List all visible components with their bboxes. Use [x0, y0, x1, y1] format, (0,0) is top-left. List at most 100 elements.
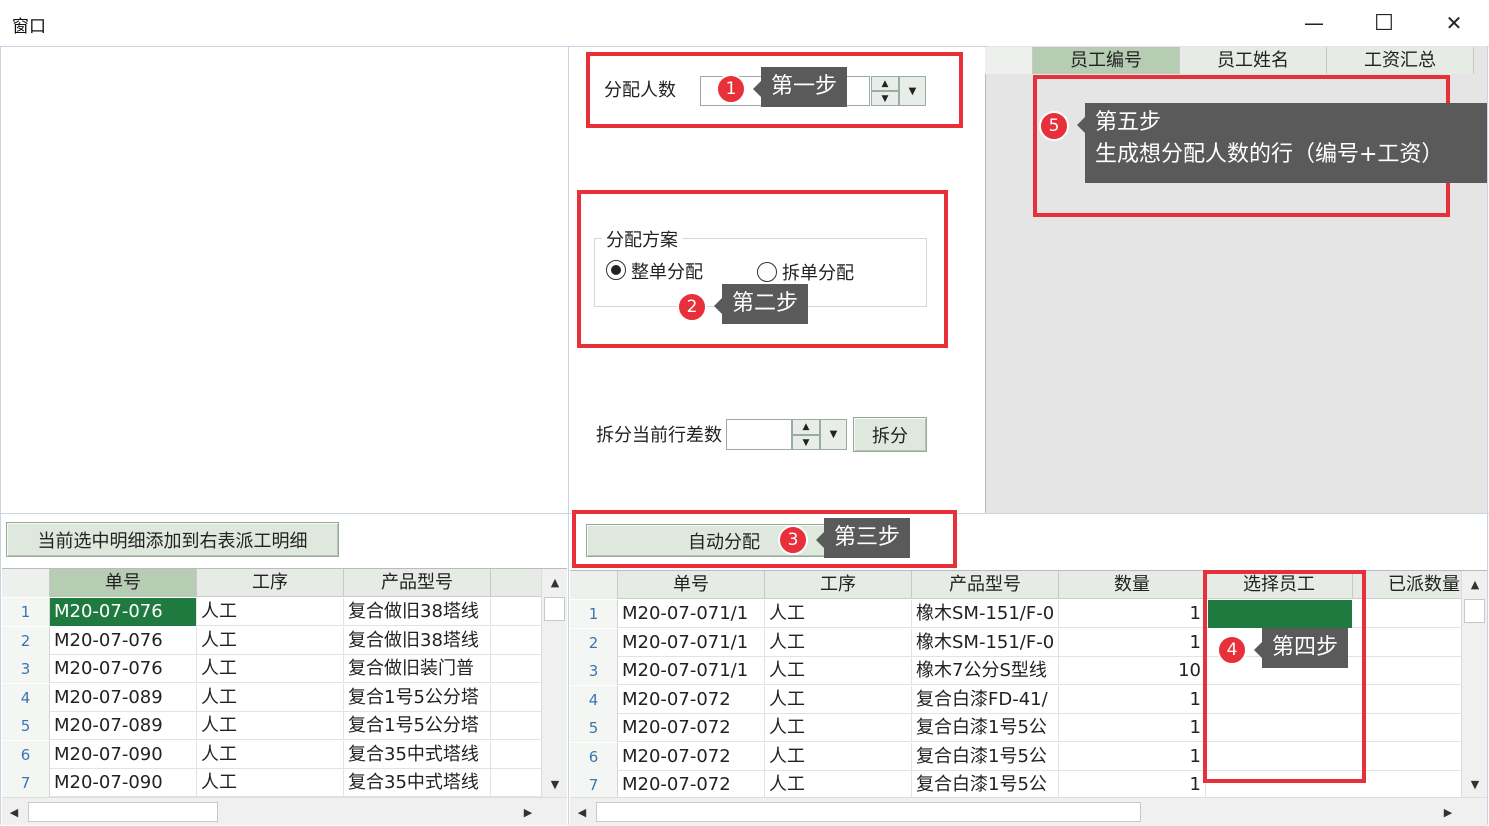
col-wage-total[interactable]: 工资汇总: [1327, 47, 1474, 74]
row-number[interactable]: 3: [2, 655, 50, 683]
row-number[interactable]: 6: [2, 740, 50, 769]
scroll-down-icon[interactable]: ▼: [542, 771, 568, 797]
cell-process[interactable]: 人工: [765, 771, 912, 799]
split-button[interactable]: 拆分: [853, 417, 927, 452]
cell-model[interactable]: 橡木SM-151/F-0: [912, 628, 1059, 657]
table-row[interactable]: 4 M20-07-089 人工 复合1号5公分塔: [2, 683, 541, 712]
right-col-order[interactable]: 单号: [618, 571, 765, 599]
cell-qty[interactable]: 1: [1059, 600, 1206, 628]
cell-order[interactable]: M20-07-072: [618, 771, 765, 799]
scroll-left-icon[interactable]: ◀: [2, 798, 26, 826]
left-hscroll[interactable]: ◀ ▶: [2, 797, 567, 825]
cell-qty[interactable]: 10: [1059, 657, 1206, 685]
cell-model[interactable]: 复合35中式塔线: [344, 769, 491, 797]
cell-qty[interactable]: 1: [1059, 628, 1206, 657]
row-number[interactable]: 1: [2, 598, 50, 626]
left-vscroll-thumb[interactable]: [544, 597, 565, 621]
split-down-button[interactable]: ▼: [792, 435, 820, 450]
row-number[interactable]: 2: [2, 626, 50, 655]
row-number[interactable]: 7: [2, 769, 50, 797]
cell-qty[interactable]: 1: [1059, 771, 1206, 799]
col-employee-name[interactable]: 员工姓名: [1180, 47, 1327, 74]
cell-order[interactable]: M20-07-090: [50, 769, 197, 797]
table-row[interactable]: 3 M20-07-076 人工 复合做旧装门普: [2, 655, 541, 683]
left-col-model[interactable]: 产品型号: [344, 569, 491, 597]
row-number[interactable]: 2: [570, 628, 618, 657]
cell-process[interactable]: 人工: [197, 655, 344, 683]
scroll-up-icon[interactable]: ▲: [542, 569, 568, 595]
split-up-button[interactable]: ▲: [792, 419, 820, 435]
right-col-process[interactable]: 工序: [765, 571, 912, 599]
close-button[interactable]: ✕: [1419, 0, 1489, 46]
cell-process[interactable]: 人工: [765, 628, 912, 657]
table-row[interactable]: 7 M20-07-090 人工 复合35中式塔线: [2, 769, 541, 797]
cell-model[interactable]: 复合白漆FD-41/: [912, 685, 1059, 714]
left-col-order[interactable]: 单号: [50, 569, 197, 597]
cell-model[interactable]: 复合白漆1号5公: [912, 714, 1059, 742]
row-number[interactable]: 4: [570, 685, 618, 714]
scroll-right-icon[interactable]: ▶: [516, 798, 540, 826]
cell-order[interactable]: M20-07-072: [618, 742, 765, 771]
table-row[interactable]: 6 M20-07-090 人工 复合35中式塔线: [2, 740, 541, 769]
maximize-button[interactable]: ☐: [1349, 0, 1419, 46]
cell-order[interactable]: M20-07-076: [50, 655, 197, 683]
cell-model[interactable]: 复合白漆1号5公: [912, 742, 1059, 771]
right-col-model[interactable]: 产品型号: [912, 571, 1059, 599]
minimize-button[interactable]: —: [1279, 0, 1349, 46]
cell-model[interactable]: 复合白漆1号5公: [912, 771, 1059, 799]
cell-qty[interactable]: 1: [1059, 742, 1206, 771]
left-vscroll[interactable]: ▲ ▼: [541, 569, 567, 797]
cell-order[interactable]: M20-07-076: [50, 598, 197, 626]
add-to-dispatch-button[interactable]: 当前选中明细添加到右表派工明细: [6, 522, 339, 557]
table-row[interactable]: 5 M20-07-089 人工 复合1号5公分塔: [2, 712, 541, 740]
left-col-process[interactable]: 工序: [197, 569, 344, 597]
row-number[interactable]: 4: [2, 683, 50, 712]
scroll-down-icon[interactable]: ▼: [1462, 771, 1488, 797]
cell-process[interactable]: 人工: [765, 685, 912, 714]
cell-qty[interactable]: 1: [1059, 714, 1206, 742]
right-hscroll[interactable]: ◀ ▶: [570, 797, 1487, 826]
cell-order[interactable]: M20-07-089: [50, 712, 197, 740]
cell-process[interactable]: 人工: [197, 769, 344, 797]
right-col-dispatched-qty[interactable]: 已派数量: [1353, 571, 1462, 599]
split-diff-input[interactable]: [726, 419, 792, 450]
cell-order[interactable]: M20-07-089: [50, 683, 197, 712]
cell-process[interactable]: 人工: [765, 714, 912, 742]
cell-model[interactable]: 复合1号5公分塔: [344, 683, 491, 712]
right-col-qty[interactable]: 数量: [1059, 571, 1206, 599]
row-number[interactable]: 3: [570, 657, 618, 685]
split-dropdown-button[interactable]: ▼: [820, 419, 847, 450]
cell-qty[interactable]: 1: [1059, 685, 1206, 714]
row-number[interactable]: 5: [570, 714, 618, 742]
cell-model[interactable]: 橡木7公分S型线: [912, 657, 1059, 685]
cell-process[interactable]: 人工: [765, 600, 912, 628]
left-hscroll-thumb[interactable]: [28, 802, 218, 822]
cell-order[interactable]: M20-07-071/1: [618, 628, 765, 657]
cell-order[interactable]: M20-07-072: [618, 714, 765, 742]
row-number[interactable]: 6: [570, 742, 618, 771]
cell-process[interactable]: 人工: [197, 683, 344, 712]
scroll-right-icon[interactable]: ▶: [1436, 798, 1460, 826]
cell-model[interactable]: 复合1号5公分塔: [344, 712, 491, 740]
cell-order[interactable]: M20-07-071/1: [618, 600, 765, 628]
cell-order[interactable]: M20-07-076: [50, 626, 197, 655]
cell-model[interactable]: 橡木SM-151/F-0: [912, 600, 1059, 628]
cell-process[interactable]: 人工: [197, 626, 344, 655]
table-row[interactable]: 2 M20-07-076 人工 复合做旧38塔线: [2, 626, 541, 655]
cell-process[interactable]: 人工: [197, 598, 344, 626]
cell-process[interactable]: 人工: [197, 712, 344, 740]
cell-process[interactable]: 人工: [765, 657, 912, 685]
cell-model[interactable]: 复合做旧38塔线: [344, 598, 491, 626]
table-row[interactable]: 1 M20-07-076 人工 复合做旧38塔线: [2, 598, 541, 626]
row-number[interactable]: 7: [570, 771, 618, 799]
cell-model[interactable]: 复合做旧装门普: [344, 655, 491, 683]
cell-order[interactable]: M20-07-072: [618, 685, 765, 714]
right-vscroll[interactable]: ▲ ▼: [1461, 571, 1487, 797]
cell-process[interactable]: 人工: [197, 740, 344, 769]
scroll-left-icon[interactable]: ◀: [570, 798, 594, 826]
row-number[interactable]: 1: [570, 600, 618, 628]
row-number[interactable]: 5: [2, 712, 50, 740]
cell-model[interactable]: 复合做旧38塔线: [344, 626, 491, 655]
cell-model[interactable]: 复合35中式塔线: [344, 740, 491, 769]
cell-order[interactable]: M20-07-090: [50, 740, 197, 769]
